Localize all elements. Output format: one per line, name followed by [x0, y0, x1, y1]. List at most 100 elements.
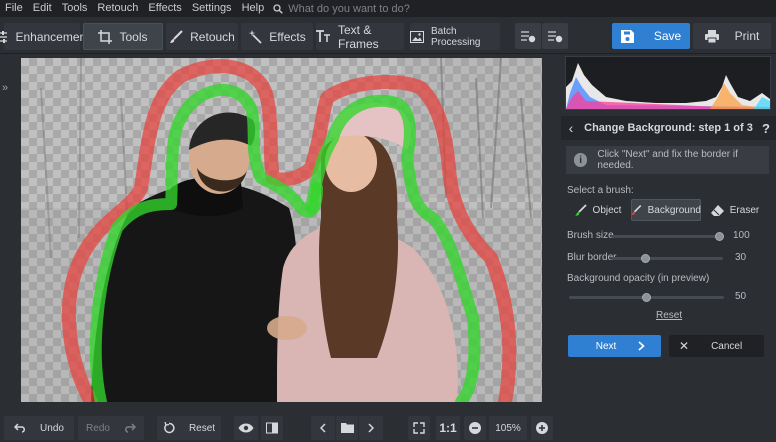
next-label: Next — [595, 340, 617, 352]
search-input[interactable]: What do you want to do? — [288, 3, 410, 15]
zoom-in-button[interactable] — [531, 416, 553, 440]
images-icon — [410, 30, 424, 43]
brush-size-slider[interactable] — [611, 232, 724, 241]
cancel-label: Cancel — [711, 340, 743, 352]
fit-to-screen-button[interactable] — [408, 416, 430, 440]
crop-icon — [98, 29, 113, 44]
opacity-slider[interactable] — [569, 293, 724, 302]
undo-icon — [14, 423, 26, 433]
menu-tools[interactable]: Tools — [57, 0, 93, 17]
opacity-knob[interactable] — [642, 293, 651, 302]
undo-button[interactable]: Undo — [4, 416, 74, 440]
menu-bar: File Edit Tools Retouch Effects Settings… — [0, 0, 776, 17]
brush-icon — [574, 204, 587, 216]
compare-button[interactable] — [261, 416, 283, 440]
prev-photo-button[interactable] — [311, 416, 335, 440]
menu-search[interactable]: What do you want to do? — [273, 3, 410, 15]
photo-image — [21, 58, 542, 402]
bottom-bar: Undo Redo Reset 1:1 105% — [0, 412, 561, 442]
blur-border-value: 30 — [735, 252, 747, 263]
sliders-icon — [0, 30, 8, 43]
expand-panel-icon[interactable]: » — [2, 82, 8, 94]
photo-canvas[interactable] — [21, 58, 542, 402]
actual-size-label: 1:1 — [439, 421, 457, 435]
next-photo-button[interactable] — [359, 416, 383, 440]
next-button[interactable]: Next — [568, 335, 661, 357]
right-panel: ‹ Change Background: step 1 of 3 ? i Cli… — [561, 54, 776, 442]
help-icon[interactable]: ? — [756, 121, 776, 136]
blur-border-knob[interactable] — [641, 254, 650, 263]
history-button[interactable] — [542, 23, 568, 49]
back-arrow-icon[interactable]: ‹ — [561, 120, 581, 136]
reset-label: Reset — [188, 422, 216, 434]
folder-icon — [340, 423, 354, 433]
print-button[interactable]: Print — [693, 23, 771, 49]
panel-title: Change Background: step 1 of 3 — [584, 122, 753, 134]
tab-text-frames[interactable]: Text & Frames — [316, 22, 404, 51]
cancel-button[interactable]: ✕ Cancel — [669, 335, 764, 357]
text-icon — [316, 30, 330, 42]
tab-retouch[interactable]: Retouch — [166, 23, 238, 50]
undo-label: Undo — [40, 422, 64, 434]
reset-link[interactable]: Reset — [656, 310, 682, 321]
eraser-icon — [710, 204, 724, 216]
brush-eraser-button[interactable]: Eraser — [704, 199, 766, 221]
select-brush-label: Select a brush: — [567, 185, 634, 196]
histogram-graph — [566, 63, 770, 109]
eye-icon — [238, 423, 254, 433]
minus-circle-icon — [469, 422, 481, 434]
brush-eraser-label: Eraser — [729, 204, 760, 216]
close-icon: ✕ — [679, 339, 690, 353]
plus-circle-icon — [536, 422, 548, 434]
histogram — [565, 56, 771, 110]
floppy-disk-icon — [620, 29, 634, 43]
reset-icon — [164, 422, 175, 434]
menu-effects[interactable]: Effects — [143, 0, 186, 17]
tab-tools[interactable]: Tools — [83, 23, 163, 50]
chevron-right-icon — [638, 341, 645, 351]
menu-help[interactable]: Help — [237, 0, 270, 17]
tab-label: Tools — [119, 29, 148, 44]
menu-edit[interactable]: Edit — [28, 0, 57, 17]
brush-size-value: 100 — [733, 230, 750, 241]
zoom-level[interactable]: 105% — [489, 416, 527, 440]
main-toolbar: Enhancement Tools Retouch Effects Text &… — [0, 17, 776, 54]
photo-editor-window: File Edit Tools Retouch Effects Settings… — [0, 0, 776, 442]
blur-border-slider[interactable] — [611, 254, 723, 263]
tab-label: Text & Frames — [338, 22, 379, 51]
zoom-out-button[interactable] — [464, 416, 486, 440]
tab-label: Retouch — [190, 29, 235, 44]
brush-background-button[interactable]: Background — [631, 199, 701, 221]
actual-size-button[interactable]: 1:1 — [436, 416, 460, 440]
brush-object-button[interactable]: Object — [568, 199, 628, 221]
redo-button[interactable]: Redo — [78, 416, 144, 440]
canvas-area — [18, 54, 560, 410]
reset-button[interactable]: Reset — [157, 416, 221, 440]
brush-background-label: Background — [647, 204, 701, 216]
hint-text: Click "Next" and fix the border if neede… — [597, 149, 738, 171]
menu-file[interactable]: File — [0, 0, 28, 17]
menu-retouch[interactable]: Retouch — [92, 0, 143, 17]
tab-batch-processing[interactable]: Batch Processing — [410, 23, 500, 50]
brush-size-label: Brush size — [567, 230, 614, 241]
tab-label: Batch Processing — [431, 25, 481, 48]
magic-wand-icon — [248, 29, 262, 44]
search-icon — [273, 3, 283, 14]
brush-object-label: Object — [592, 204, 622, 216]
opacity-label: Background opacity (in preview) — [567, 273, 710, 284]
printer-icon — [704, 29, 719, 43]
history-icon — [548, 31, 563, 43]
brush-icon — [631, 205, 642, 215]
chevron-right-icon — [368, 423, 374, 433]
info-icon: i — [574, 153, 588, 167]
tab-enhancement[interactable]: Enhancement — [0, 23, 90, 50]
presets-button[interactable] — [515, 23, 541, 49]
tab-effects[interactable]: Effects — [241, 23, 313, 50]
redo-label: Redo — [86, 422, 110, 434]
open-folder-button[interactable] — [336, 416, 358, 440]
hint-box: i Click "Next" and fix the border if nee… — [566, 146, 769, 174]
save-button[interactable]: Save — [612, 23, 690, 49]
preview-button[interactable] — [234, 416, 258, 440]
brush-size-knob[interactable] — [715, 232, 724, 241]
menu-settings[interactable]: Settings — [187, 0, 237, 17]
